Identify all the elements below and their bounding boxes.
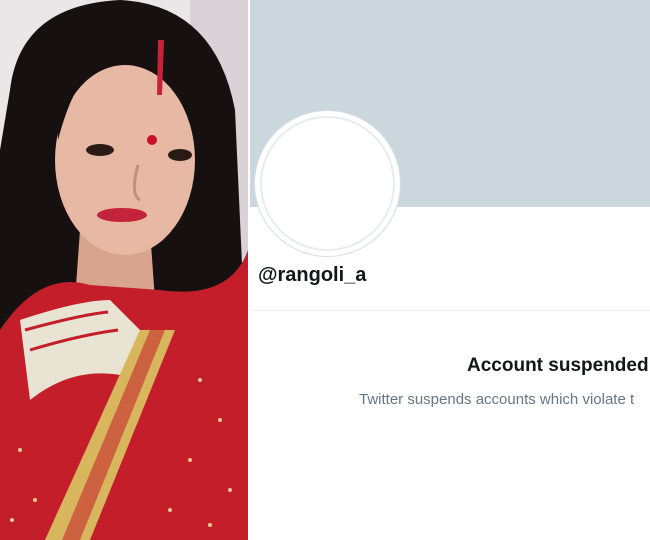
suspended-title: Account suspended bbox=[467, 355, 649, 376]
section-divider bbox=[250, 310, 650, 311]
profile-handle: @rangoli_a bbox=[258, 264, 367, 286]
twitter-profile-panel: @rangoli_a Account suspended Twitter sus… bbox=[250, 0, 650, 540]
empty-avatar-icon bbox=[260, 116, 395, 251]
avatar[interactable] bbox=[255, 111, 400, 256]
profile-photo bbox=[0, 0, 248, 540]
suspended-description: Twitter suspends accounts which violate … bbox=[359, 391, 635, 408]
